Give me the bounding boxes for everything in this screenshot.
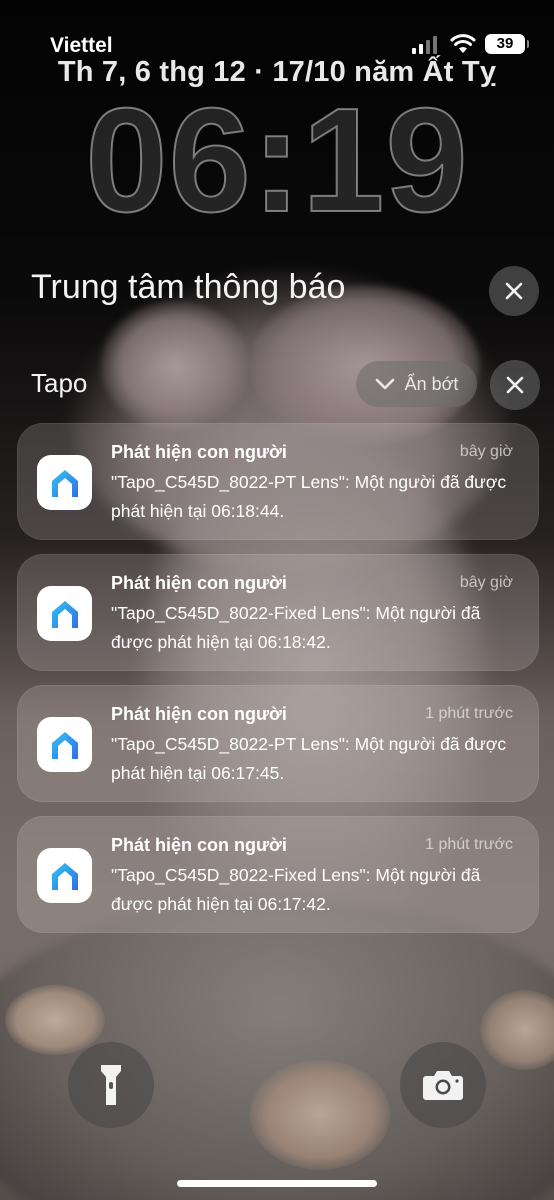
notification-title: Phát hiện con người	[111, 704, 287, 724]
battery-icon: 39	[485, 34, 529, 54]
show-less-button[interactable]: Ẩn bớt	[356, 361, 477, 407]
notification-body: "Tapo_C545D_8022-Fixed Lens": Một người …	[111, 603, 481, 652]
camera-button[interactable]	[400, 1042, 486, 1128]
clear-group-button[interactable]	[490, 360, 540, 410]
carrier-name: Viettel	[50, 34, 113, 57]
show-less-label: Ẩn bớt	[404, 373, 459, 394]
notification-group-app-name: Tapo	[31, 368, 88, 398]
flashlight-button[interactable]	[68, 1042, 154, 1128]
status-bar: Viettel 39	[0, 0, 554, 60]
notification-card[interactable]: Phát hiện con người 1 phút trước "Tapo_C…	[17, 816, 539, 933]
notification-body: "Tapo_C545D_8022-Fixed Lens": Một người …	[111, 865, 481, 914]
tapo-app-icon	[37, 717, 92, 772]
notification-card[interactable]: Phát hiện con người 1 phút trước "Tapo_C…	[17, 685, 539, 802]
notification-time: 1 phút trước	[425, 836, 513, 853]
lock-screen-clock: 06:19	[84, 78, 469, 243]
close-icon	[505, 282, 523, 300]
tapo-app-icon	[37, 586, 92, 641]
notification-title: Phát hiện con người	[111, 835, 287, 855]
battery-level: 39	[496, 35, 514, 52]
clear-all-notifications-button[interactable]	[489, 266, 539, 316]
notification-card[interactable]: Phát hiện con người bây giờ "Tapo_C545D_…	[17, 423, 539, 540]
flashlight-icon	[101, 1065, 121, 1105]
notification-time: 1 phút trước	[425, 705, 513, 722]
close-icon	[506, 376, 524, 394]
wifi-icon	[450, 34, 476, 53]
notification-body: "Tapo_C545D_8022-PT Lens": Một người đã …	[111, 734, 507, 783]
notification-title: Phát hiện con người	[111, 442, 287, 462]
notification-card[interactable]: Phát hiện con người bây giờ "Tapo_C545D_…	[17, 554, 539, 671]
camera-icon	[423, 1071, 463, 1100]
tapo-app-icon	[37, 848, 92, 903]
home-indicator[interactable]	[177, 1180, 377, 1187]
notification-time: bây giờ	[459, 443, 513, 460]
notification-time: bây giờ	[459, 574, 513, 591]
signal-icon	[412, 34, 438, 54]
notification-center-title: Trung tâm thông báo	[31, 268, 346, 306]
notification-body: "Tapo_C545D_8022-PT Lens": Một người đã …	[111, 472, 507, 521]
notification-title: Phát hiện con người	[111, 573, 287, 593]
chevron-down-icon	[375, 378, 394, 390]
tapo-app-icon	[37, 455, 92, 510]
